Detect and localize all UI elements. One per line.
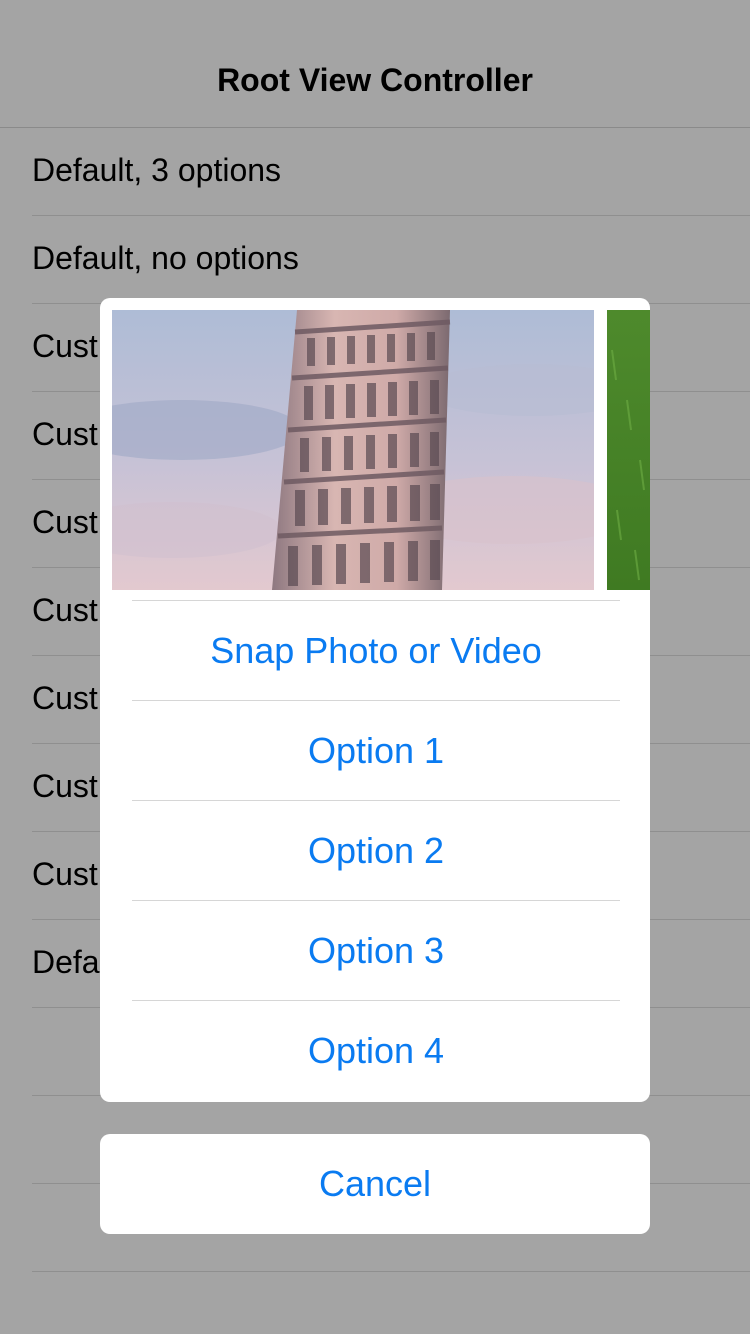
table-row[interactable]: Default, no options [32,216,750,304]
photo-thumbnail[interactable] [112,310,594,590]
option-1-button[interactable]: Option 1 [132,700,620,800]
cancel-button[interactable]: Cancel [100,1134,650,1234]
row-label: Cust [32,504,98,540]
row-label: Cust [32,768,98,804]
navigation-bar: Root View Controller [0,0,750,128]
row-label: Cust [32,328,98,364]
row-label: Cust [32,416,98,452]
row-label: Cust [32,680,98,716]
option-3-button[interactable]: Option 3 [132,900,620,1000]
row-label: Cust [32,856,98,892]
row-label: Default, no options [32,240,299,276]
row-label: Default, 3 options [32,152,282,188]
table-row[interactable]: Default, 3 options [32,128,750,216]
photo-strip[interactable] [112,310,650,590]
nav-title: Root View Controller [217,62,533,98]
row-label: Defa [32,944,100,980]
snap-photo-button[interactable]: Snap Photo or Video [132,600,620,700]
action-sheet: Snap Photo or Video Option 1 Option 2 Op… [100,298,650,1102]
option-4-button[interactable]: Option 4 [132,1000,620,1100]
row-label: Cust [32,592,98,628]
photo-thumbnail-next[interactable] [607,310,650,590]
option-2-button[interactable]: Option 2 [132,800,620,900]
